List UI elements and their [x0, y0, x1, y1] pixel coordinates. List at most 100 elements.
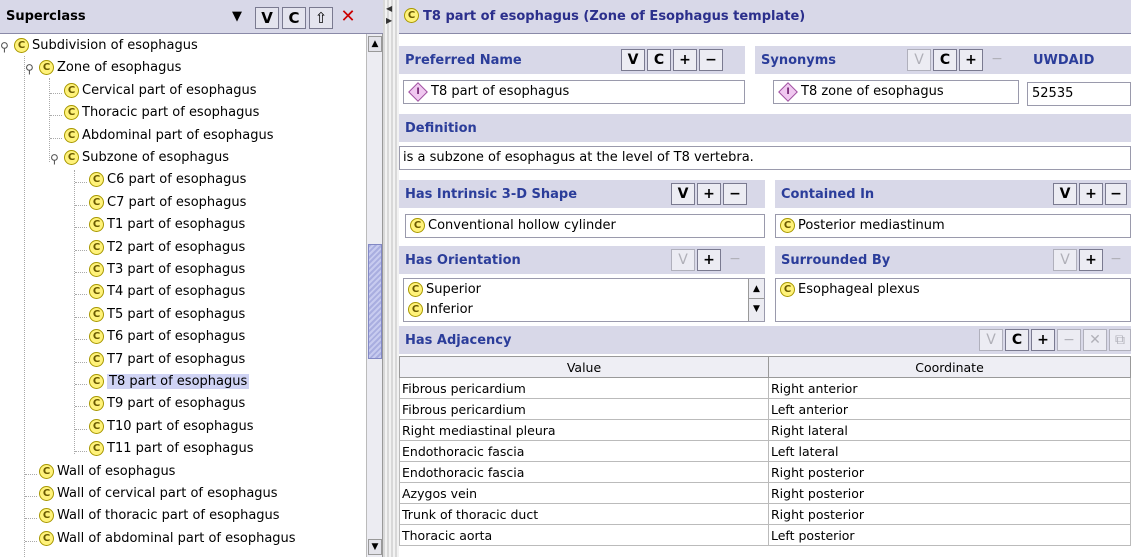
- tree-node[interactable]: C Wall of abdominal part of esophagus: [25, 530, 296, 553]
- scroll-down-arrow-icon[interactable]: ▼: [749, 299, 764, 319]
- value-cell[interactable]: Fibrous pericardium: [399, 398, 769, 420]
- view-value-button[interactable]: V: [1053, 183, 1077, 205]
- remove-value-button[interactable]: −: [723, 183, 747, 205]
- view-value-button[interactable]: V: [671, 183, 695, 205]
- tree-scrollbar[interactable]: ▲ ▼: [366, 34, 382, 557]
- table-row[interactable]: Thoracic aorta Left posterior: [399, 524, 1131, 546]
- add-value-button[interactable]: +: [1031, 329, 1055, 351]
- table-row[interactable]: Trunk of thoracic duct Right posterior: [399, 503, 1131, 525]
- tree-node[interactable]: C Cervical part of esophagus: [50, 82, 256, 105]
- table-row[interactable]: Azygos vein Right posterior: [399, 482, 1131, 504]
- tree-node[interactable]: C T7 part of esophagus: [75, 351, 245, 374]
- contained-in-field[interactable]: C Posterior mediastinum: [775, 214, 1131, 238]
- view-value-button[interactable]: V: [671, 249, 695, 271]
- delete-value-button[interactable]: ✕: [1083, 329, 1107, 351]
- table-row[interactable]: Fibrous pericardium Left anterior: [399, 398, 1131, 420]
- table-row[interactable]: Endothoracic fascia Left lateral: [399, 440, 1131, 462]
- expand-pin-icon[interactable]: ⚲: [50, 152, 59, 166]
- create-value-button[interactable]: C: [933, 49, 957, 71]
- definition-field[interactable]: is a subzone of esophagus at the level o…: [399, 146, 1131, 170]
- pane-splitter[interactable]: ◀ ▶: [383, 0, 399, 557]
- home-icon[interactable]: ⇧: [309, 7, 333, 29]
- preferred-name-field[interactable]: I T8 part of esophagus: [403, 80, 745, 104]
- relation-dropdown-arrow-icon[interactable]: ▼: [232, 9, 242, 24]
- table-row[interactable]: Right mediastinal pleura Right lateral: [399, 419, 1131, 441]
- view-class-button[interactable]: V: [255, 7, 279, 29]
- tree-node[interactable]: C T4 part of esophagus: [75, 284, 245, 306]
- coordinate-cell[interactable]: Right posterior: [768, 461, 1131, 483]
- remove-value-button[interactable]: −: [723, 249, 747, 271]
- tree-node[interactable]: ⚲ C Zone of esophagus: [25, 60, 181, 82]
- tree-node[interactable]: C Wall of esophagus: [25, 463, 175, 486]
- tree-node[interactable]: C C7 part of esophagus: [75, 194, 246, 217]
- value-cell[interactable]: Endothoracic fascia: [399, 440, 769, 462]
- tree-node[interactable]: C Thoracic part of esophagus: [50, 105, 259, 127]
- remove-value-button[interactable]: −: [1105, 249, 1127, 271]
- add-value-button[interactable]: +: [697, 249, 721, 271]
- scroll-up-arrow-icon[interactable]: ▲: [368, 36, 382, 52]
- expand-pin-icon[interactable]: ⚲: [25, 62, 34, 76]
- create-value-button[interactable]: C: [647, 49, 671, 71]
- table-row[interactable]: Endothoracic fascia Right posterior: [399, 461, 1131, 483]
- synonyms-field[interactable]: I T8 zone of esophagus: [773, 80, 1019, 104]
- add-value-button[interactable]: +: [959, 49, 983, 71]
- surrounded-by-list[interactable]: C Esophageal plexus: [775, 278, 1131, 322]
- tree-node[interactable]: C Wall of cervical part of esophagus: [25, 486, 278, 508]
- expand-pin-icon[interactable]: ⚲: [0, 40, 9, 54]
- tree-node[interactable]: C T2 part of esophagus: [75, 239, 245, 262]
- add-value-button[interactable]: +: [1079, 249, 1103, 271]
- coordinate-cell[interactable]: Left lateral: [768, 440, 1131, 462]
- column-header-value[interactable]: Value: [399, 356, 769, 378]
- remove-value-button[interactable]: −: [1105, 183, 1127, 205]
- coordinate-cell[interactable]: Left anterior: [768, 398, 1131, 420]
- value-cell[interactable]: Right mediastinal pleura: [399, 419, 769, 441]
- value-cell[interactable]: Endothoracic fascia: [399, 461, 769, 483]
- add-value-button[interactable]: +: [1079, 183, 1103, 205]
- value-cell[interactable]: Trunk of thoracic duct: [399, 503, 769, 525]
- coordinate-cell[interactable]: Right posterior: [768, 482, 1131, 504]
- tree-node[interactable]: ⚲ C Subdivision of esophagus: [0, 38, 198, 60]
- table-row[interactable]: Fibrous pericardium Right anterior: [399, 377, 1131, 399]
- tree-node[interactable]: C T8 part of esophagus: [75, 374, 250, 396]
- coordinate-cell[interactable]: Right anterior: [768, 377, 1131, 399]
- coordinate-cell[interactable]: Left posterior: [768, 524, 1131, 546]
- scroll-up-arrow-icon[interactable]: ▲: [749, 279, 764, 299]
- value-cell[interactable]: Thoracic aorta: [399, 524, 769, 546]
- coordinate-cell[interactable]: Right posterior: [768, 503, 1131, 525]
- scroll-down-arrow-icon[interactable]: ▼: [368, 539, 382, 555]
- view-value-button[interactable]: V: [1053, 249, 1077, 271]
- tree-node[interactable]: C T5 part of esophagus: [75, 306, 245, 329]
- splitter-right-arrow-icon[interactable]: ▶: [386, 16, 392, 25]
- tree-node[interactable]: C T9 part of esophagus: [75, 396, 245, 418]
- remove-value-button[interactable]: −: [985, 49, 1009, 71]
- value-cell[interactable]: Fibrous pericardium: [399, 377, 769, 399]
- list-item[interactable]: C Superior: [408, 280, 764, 300]
- tree-node[interactable]: ⚲ C Subzone of esophagus: [50, 150, 229, 172]
- remove-value-button[interactable]: −: [699, 49, 723, 71]
- splitter-left-arrow-icon[interactable]: ◀: [386, 4, 392, 13]
- create-class-button[interactable]: C: [282, 7, 306, 29]
- column-header-coordinate[interactable]: Coordinate: [768, 356, 1131, 378]
- delete-class-button[interactable]: ✕: [336, 7, 360, 29]
- tree-node[interactable]: C Abdominal part of esophagus: [50, 127, 273, 150]
- remove-value-button[interactable]: −: [1057, 329, 1081, 351]
- tree-node[interactable]: C T6 part of esophagus: [75, 329, 245, 351]
- coordinate-cell[interactable]: Right lateral: [768, 419, 1131, 441]
- view-value-button[interactable]: V: [907, 49, 931, 71]
- view-value-button[interactable]: V: [621, 49, 645, 71]
- tree-node[interactable]: C Wall of thoracic part of esophagus: [25, 508, 280, 530]
- orientation-list[interactable]: C Superior C Inferior ▲ ▼: [403, 278, 765, 322]
- uwdaid-field[interactable]: 52535: [1027, 82, 1131, 106]
- orientation-scrollbar[interactable]: ▲ ▼: [748, 279, 764, 321]
- tree-node[interactable]: C T11 part of esophagus: [75, 441, 254, 463]
- tree-node[interactable]: C T1 part of esophagus: [75, 217, 245, 239]
- tree-node[interactable]: C T10 part of esophagus: [75, 418, 254, 441]
- list-item[interactable]: C Inferior: [408, 300, 764, 320]
- add-value-button[interactable]: +: [673, 49, 697, 71]
- value-cell[interactable]: Azygos vein: [399, 482, 769, 504]
- copy-icon[interactable]: ⧉: [1109, 329, 1131, 351]
- tree-node[interactable]: C T3 part of esophagus: [75, 262, 245, 284]
- tree-node[interactable]: C C6 part of esophagus: [75, 172, 246, 194]
- add-value-button[interactable]: +: [697, 183, 721, 205]
- shape-field[interactable]: C Conventional hollow cylinder: [405, 214, 765, 238]
